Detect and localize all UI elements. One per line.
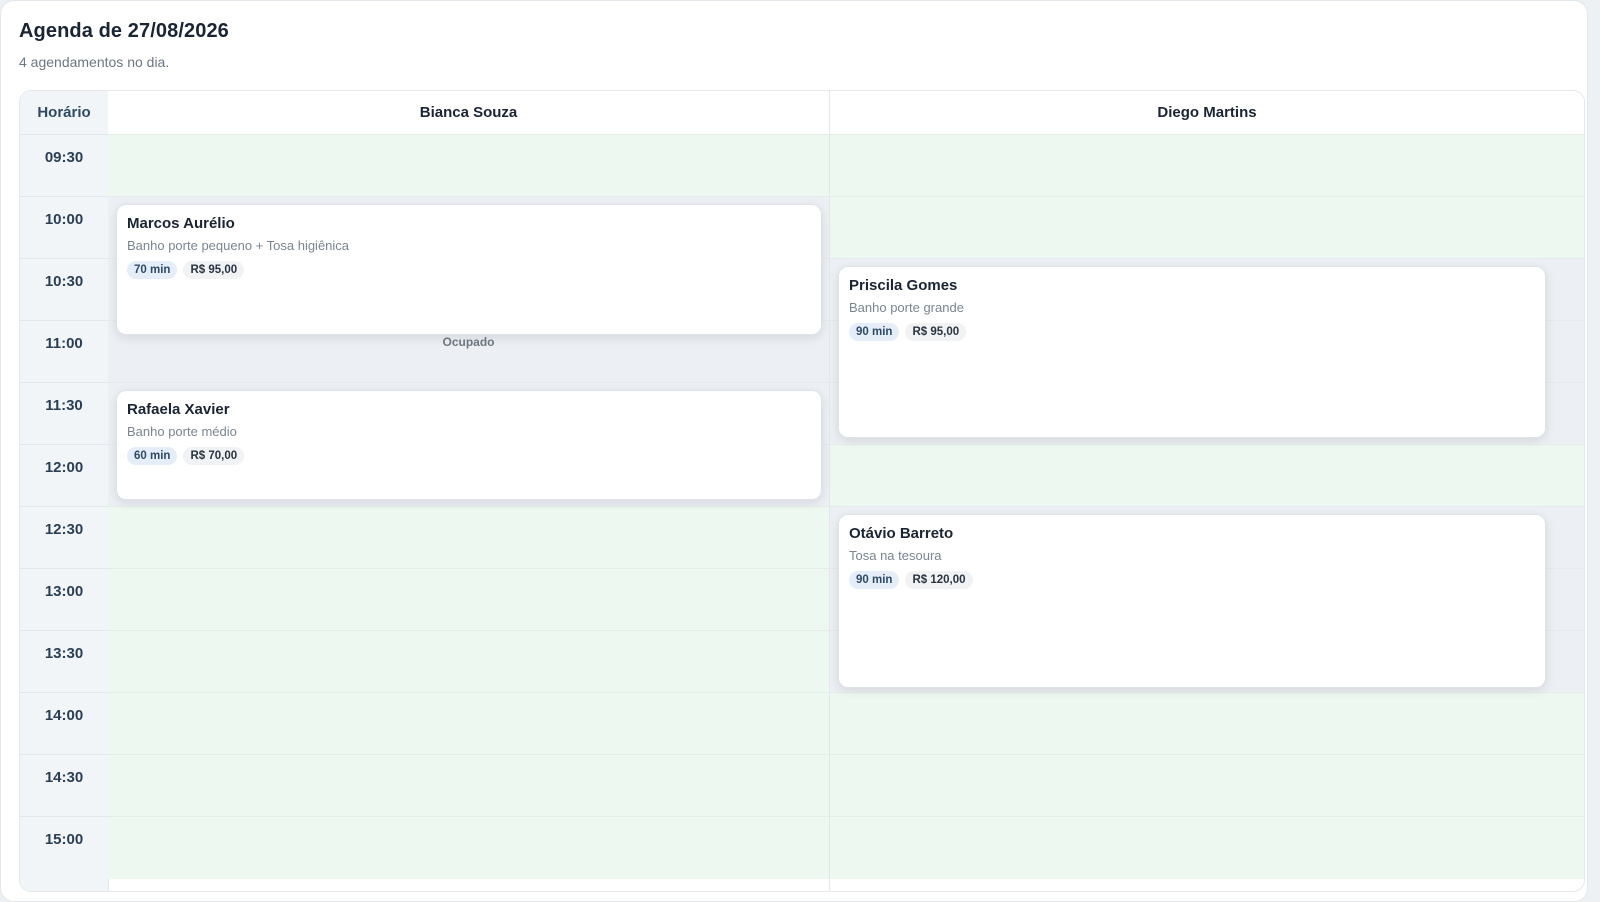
- staff-header: Diego Martins: [830, 91, 1584, 134]
- free-slot[interactable]: [830, 444, 1584, 507]
- duration-badge: 60 min: [127, 447, 178, 465]
- free-slot[interactable]: [108, 754, 829, 817]
- price-badge: R$ 70,00: [183, 447, 245, 465]
- time-label: 10:00: [20, 196, 108, 259]
- appointment-tags: 60 min R$ 70,00: [127, 447, 811, 465]
- service-description: Banho porte grande: [849, 300, 964, 315]
- appointment-card[interactable]: Priscila Gomes Banho porte grande 90 min…: [838, 266, 1546, 438]
- client-name: Otávio Barreto: [849, 525, 954, 542]
- client-name: Priscila Gomes: [849, 277, 958, 294]
- price-badge: R$ 95,00: [905, 323, 967, 341]
- client-name: Marcos Aurélio: [127, 215, 235, 232]
- free-slot[interactable]: [830, 134, 1584, 197]
- schedule-grid: Horário 09:30 10:00 10:30 11:00 11:30 12…: [19, 90, 1585, 892]
- time-column-header: Horário: [37, 104, 91, 121]
- free-slot[interactable]: [830, 754, 1584, 817]
- staff-column-diego-martins: Diego Martins Priscila Gomes Banho porte…: [830, 91, 1584, 891]
- time-column: Horário 09:30 10:00 10:30 11:00 11:30 12…: [20, 91, 109, 891]
- time-label: 12:30: [20, 506, 108, 569]
- free-slot[interactable]: [108, 506, 829, 569]
- free-slot[interactable]: [108, 134, 829, 197]
- service-description: Banho porte pequeno + Tosa higiênica: [127, 238, 350, 253]
- service-description: Tosa na tesoura: [849, 548, 942, 563]
- price-badge: R$ 120,00: [905, 571, 973, 589]
- time-label: 11:30: [20, 382, 108, 445]
- staff-column-bianca-souza: Bianca Souza Ocupado Marcos Aurélio Banh…: [108, 91, 830, 891]
- free-slot[interactable]: [830, 692, 1584, 755]
- appointment-card[interactable]: Rafaela Xavier Banho porte médio 60 min …: [116, 390, 822, 500]
- appointment-tags: 70 min R$ 95,00: [127, 261, 811, 279]
- duration-badge: 70 min: [127, 261, 178, 279]
- busy-label: Ocupado: [442, 335, 495, 349]
- time-label: 14:30: [20, 754, 108, 817]
- time-label: 10:30: [20, 258, 108, 321]
- duration-badge: 90 min: [849, 323, 900, 341]
- free-slot[interactable]: [108, 568, 829, 631]
- free-slot[interactable]: [830, 816, 1584, 879]
- free-slot[interactable]: [830, 196, 1584, 259]
- appointment-tags: 90 min R$ 95,00: [849, 323, 1535, 341]
- time-label: 14:00: [20, 692, 108, 755]
- appointment-card[interactable]: Otávio Barreto Tosa na tesoura 90 min R$…: [838, 514, 1546, 688]
- appointment-tags: 90 min R$ 120,00: [849, 571, 1535, 589]
- service-description: Banho porte médio: [127, 424, 237, 439]
- time-label: 15:00: [20, 816, 108, 879]
- time-label: 13:00: [20, 568, 108, 631]
- staff-header: Bianca Souza: [108, 91, 829, 134]
- client-name: Rafaela Xavier: [127, 401, 230, 418]
- appointment-card[interactable]: Marcos Aurélio Banho porte pequeno + Tos…: [116, 204, 822, 335]
- appointments-count: 4 agendamentos no dia.: [19, 54, 170, 70]
- price-badge: R$ 95,00: [183, 261, 245, 279]
- agenda-panel: Agenda de 27/08/2026 4 agendamentos no d…: [0, 0, 1588, 902]
- free-slot[interactable]: [108, 692, 829, 755]
- free-slot[interactable]: [108, 630, 829, 693]
- page-title: Agenda de 27/08/2026: [19, 20, 229, 42]
- time-label: 13:30: [20, 630, 108, 693]
- time-label: 09:30: [20, 134, 108, 197]
- free-slot[interactable]: [108, 816, 829, 879]
- time-label: 12:00: [20, 444, 108, 507]
- duration-badge: 90 min: [849, 571, 900, 589]
- time-label: 11:00: [20, 320, 108, 383]
